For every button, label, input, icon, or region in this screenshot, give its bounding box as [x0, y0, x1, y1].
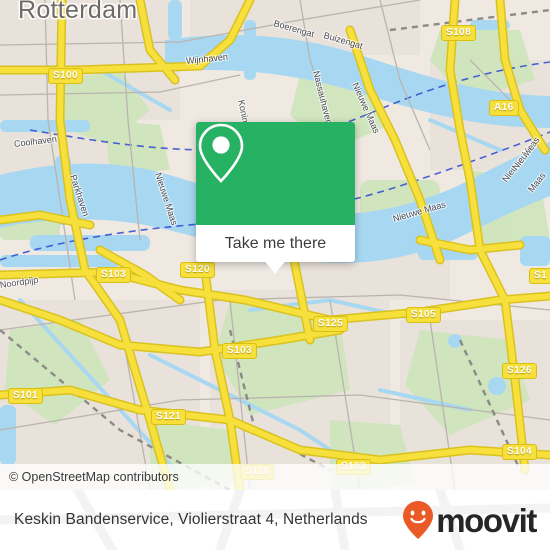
road-shield-label: S101 — [13, 390, 38, 401]
road-shield: A16 — [489, 100, 519, 116]
road-shield-label: S103 — [101, 269, 126, 280]
map-pin-icon — [198, 123, 244, 183]
footer-bar: Keskin Bandenservice, Violierstraat 4, N… — [0, 490, 550, 550]
moovit-pin-smiley-icon — [403, 501, 434, 539]
address-text: Keskin Bandenservice, Violierstraat 4, N… — [14, 511, 368, 528]
screenshot-root: Rotterdam Wijnhaven Boerengat Buizengat Nas… — [0, 0, 550, 550]
road-shield: S126 — [502, 363, 537, 379]
road-shield-label: S104 — [507, 446, 532, 457]
moovit-wordmark: moovit — [436, 501, 537, 539]
road-shield: S125 — [313, 316, 348, 332]
road-shield: S1 — [529, 268, 550, 284]
take-me-there-label: Take me there — [224, 234, 327, 252]
road-shield-label: A16 — [494, 102, 514, 113]
road-shield: S103 — [222, 343, 257, 359]
road-shield: S121 — [151, 409, 186, 425]
road-shield-label: S126 — [507, 365, 532, 376]
location-callout-card[interactable]: Take me there — [196, 122, 355, 262]
road-shield-label: S125 — [318, 318, 343, 329]
road-shield: S120 — [180, 262, 215, 278]
moovit-logo[interactable]: moovit — [402, 500, 537, 540]
road-shield-label: S121 — [156, 411, 181, 422]
road-shield: S100 — [48, 68, 83, 84]
attribution-text: © OpenStreetMap contributors — [9, 470, 179, 484]
map-canvas[interactable]: Rotterdam Wijnhaven Boerengat Buizengat Nas… — [0, 0, 550, 490]
take-me-there-button[interactable]: Take me there — [196, 225, 355, 262]
road-shield: S101 — [8, 388, 43, 404]
road-shield-label: S120 — [185, 264, 210, 275]
road-shield: S104 — [502, 444, 537, 460]
road-shield-label: S1 — [534, 270, 548, 281]
callout-tail — [263, 259, 287, 274]
road-shield: S103 — [96, 267, 131, 283]
road-shield: S105 — [406, 307, 441, 323]
road-shield-label: S108 — [446, 27, 471, 38]
road-shield: S108 — [441, 25, 476, 41]
map-attribution[interactable]: © OpenStreetMap contributors — [0, 464, 550, 490]
road-shield-label: S103 — [227, 345, 252, 356]
road-shield-label: S105 — [411, 309, 436, 320]
callout-header — [196, 122, 355, 225]
road-shield-label: S100 — [53, 70, 78, 81]
